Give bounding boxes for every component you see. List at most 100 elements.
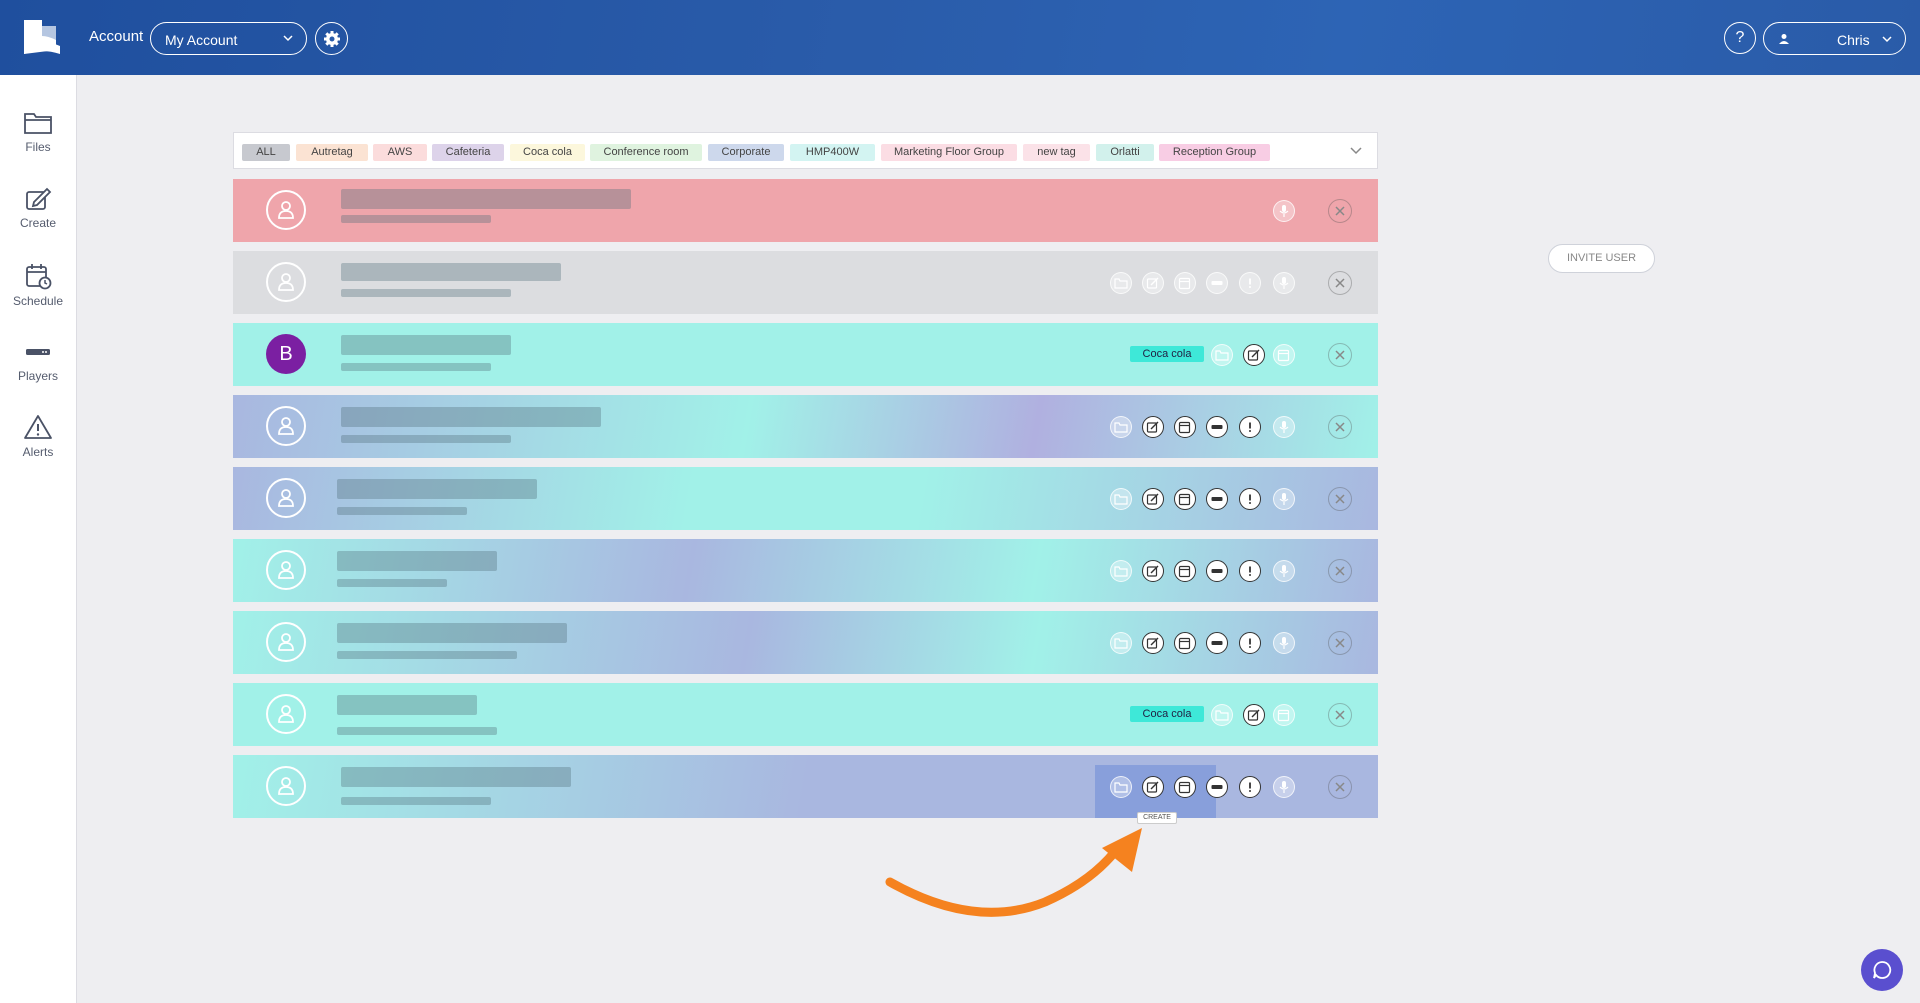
sidebar-item-label: Create [19, 216, 57, 230]
mic-permission-button[interactable] [1273, 560, 1295, 582]
close-icon [1335, 566, 1345, 576]
remove-user-button[interactable] [1328, 271, 1352, 295]
schedule-permission-button[interactable] [1174, 272, 1196, 294]
user-name-redacted [341, 767, 571, 787]
user-email-redacted [341, 289, 511, 297]
create-permission-button[interactable] [1142, 632, 1164, 654]
tag-filter-hmp400w[interactable]: HMP400W [790, 144, 875, 161]
create-permission-button[interactable] [1142, 416, 1164, 438]
sidebar-item-create[interactable]: Create [0, 186, 76, 230]
mic-permission-button[interactable] [1273, 200, 1295, 222]
player-device-icon [1211, 497, 1223, 501]
calendar-icon [1178, 565, 1191, 578]
remove-user-button[interactable] [1328, 631, 1352, 655]
user-row[interactable] [233, 395, 1378, 458]
user-email-redacted [337, 727, 497, 735]
remove-user-button[interactable] [1328, 703, 1352, 727]
create-permission-button[interactable] [1243, 704, 1265, 726]
players-permission-button[interactable] [1206, 272, 1228, 294]
tag-filter-cafeteria[interactable]: Cafeteria [432, 144, 504, 161]
alerts-permission-button[interactable] [1239, 560, 1261, 582]
user-row[interactable] [233, 467, 1378, 530]
schedule-permission-button[interactable] [1174, 488, 1196, 510]
mic-permission-button[interactable] [1273, 272, 1295, 294]
alerts-permission-button[interactable] [1239, 272, 1261, 294]
avatar [266, 262, 306, 302]
alerts-permission-button[interactable] [1239, 488, 1261, 510]
sidebar-item-label: Players [17, 369, 58, 383]
sidebar-item-files[interactable]: Files [0, 110, 76, 154]
tag-filter-new-tag[interactable]: new tag [1023, 144, 1090, 161]
settings-button[interactable] [315, 22, 348, 55]
files-permission-button[interactable] [1211, 704, 1233, 726]
avatar [266, 406, 306, 446]
sidebar: Files Create Schedule Players Alerts [0, 75, 77, 1003]
files-permission-button[interactable] [1110, 632, 1132, 654]
warning-icon [24, 415, 52, 439]
edit-icon [1247, 709, 1260, 721]
files-permission-button[interactable] [1110, 488, 1132, 510]
microphone-icon [1279, 421, 1289, 433]
chat-button[interactable] [1861, 949, 1903, 991]
player-device-icon [1211, 425, 1223, 429]
user-email-redacted [341, 797, 491, 805]
mic-permission-button[interactable] [1273, 632, 1295, 654]
user-row[interactable] [233, 539, 1378, 602]
account-select[interactable]: My Account [150, 22, 307, 55]
tag-filter-marketing-floor-group[interactable]: Marketing Floor Group [881, 144, 1017, 161]
user-menu-button[interactable]: Chris [1763, 22, 1906, 55]
user-row[interactable] [233, 611, 1378, 674]
user-row[interactable] [233, 251, 1378, 314]
close-icon [1335, 350, 1345, 360]
tag-filter-corporate[interactable]: Corporate [708, 144, 784, 161]
sidebar-item-label: Schedule [12, 294, 64, 308]
app-logo[interactable] [22, 18, 62, 58]
remove-user-button[interactable] [1328, 199, 1352, 223]
create-permission-button[interactable] [1142, 560, 1164, 582]
create-permission-button[interactable] [1142, 272, 1164, 294]
tag-filter-coca-cola[interactable]: Coca cola [510, 144, 585, 161]
tag-filter-orlatti[interactable]: Orlatti [1096, 144, 1154, 161]
files-permission-button[interactable] [1110, 560, 1132, 582]
remove-user-button[interactable] [1328, 775, 1352, 799]
user-row[interactable]: B Coca cola [233, 323, 1378, 386]
files-permission-button[interactable] [1110, 272, 1132, 294]
chevron-down-icon[interactable] [1349, 146, 1363, 156]
sidebar-item-alerts[interactable]: Alerts [0, 413, 76, 459]
tag-filter-autretag[interactable]: Autretag [296, 144, 368, 161]
folder-icon [1114, 494, 1128, 505]
files-permission-button[interactable] [1211, 344, 1233, 366]
tag-filter-reception-group[interactable]: Reception Group [1159, 144, 1270, 161]
mic-permission-button[interactable] [1273, 488, 1295, 510]
sidebar-item-players[interactable]: Players [0, 341, 76, 383]
players-permission-button[interactable] [1206, 488, 1228, 510]
schedule-permission-button[interactable] [1174, 416, 1196, 438]
sidebar-item-schedule[interactable]: Schedule [0, 262, 76, 308]
invite-user-button[interactable]: INVITE USER [1548, 244, 1655, 273]
remove-user-button[interactable] [1328, 343, 1352, 367]
user-icon [278, 273, 294, 291]
players-permission-button[interactable] [1206, 632, 1228, 654]
user-row[interactable]: Coca cola [233, 683, 1378, 746]
remove-user-button[interactable] [1328, 487, 1352, 511]
alerts-permission-button[interactable] [1239, 632, 1261, 654]
files-permission-button[interactable] [1110, 416, 1132, 438]
help-button[interactable]: ? [1724, 22, 1756, 54]
tag-filter-conference-room[interactable]: Conference room [590, 144, 702, 161]
mic-permission-button[interactable] [1273, 416, 1295, 438]
remove-user-button[interactable] [1328, 415, 1352, 439]
players-permission-button[interactable] [1206, 416, 1228, 438]
schedule-permission-button[interactable] [1174, 560, 1196, 582]
schedule-permission-button[interactable] [1273, 704, 1295, 726]
tag-filter-aws[interactable]: AWS [373, 144, 427, 161]
alerts-permission-button[interactable] [1239, 416, 1261, 438]
players-permission-button[interactable] [1206, 560, 1228, 582]
create-permission-button[interactable] [1243, 344, 1265, 366]
user-row[interactable] [233, 179, 1378, 242]
create-permission-button[interactable] [1142, 488, 1164, 510]
tag-filter-all[interactable]: ALL [242, 144, 290, 161]
remove-user-button[interactable] [1328, 559, 1352, 583]
alert-icon [1249, 566, 1251, 576]
schedule-permission-button[interactable] [1273, 344, 1295, 366]
schedule-permission-button[interactable] [1174, 632, 1196, 654]
